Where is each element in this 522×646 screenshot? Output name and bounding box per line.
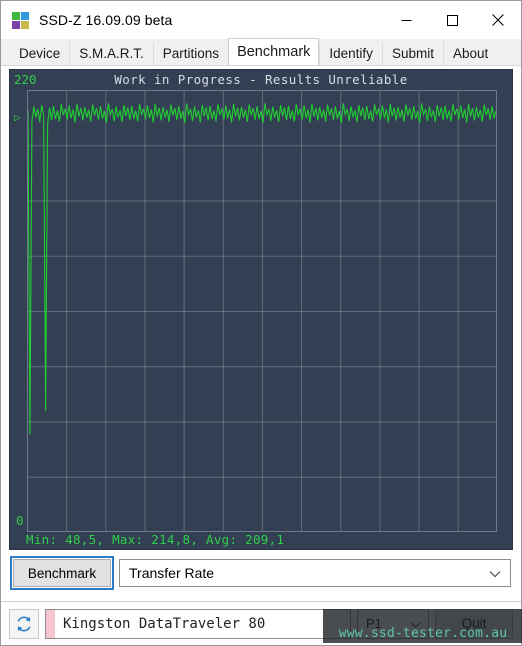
device-status-swatch xyxy=(46,609,55,638)
benchmark-button[interactable]: Benchmark xyxy=(10,556,114,590)
plot-area xyxy=(27,90,497,532)
benchmark-mode-value: Transfer Rate xyxy=(129,565,215,581)
title-bar: SSD-Z 16.09.09 beta xyxy=(1,1,521,39)
quit-button[interactable]: Quit xyxy=(435,608,513,639)
benchmark-panel: 220 Work in Progress - Results Unreliabl… xyxy=(1,66,521,601)
close-button[interactable] xyxy=(475,1,521,39)
graph-header-text: Work in Progress - Results Unreliable xyxy=(114,72,408,87)
benchmark-controls: Benchmark Transfer Rate xyxy=(9,556,513,590)
tab-about[interactable]: About xyxy=(442,42,498,65)
device-name-field[interactable]: Kingston DataTraveler 80 xyxy=(45,608,351,639)
device-name-text: Kingston DataTraveler 80 xyxy=(63,615,266,632)
chevron-down-icon xyxy=(410,616,421,631)
close-icon xyxy=(492,14,504,26)
tab-smart[interactable]: S.M.A.R.T. xyxy=(69,42,153,65)
window-title: SSD-Z 16.09.09 beta xyxy=(39,12,173,28)
minimize-icon xyxy=(401,19,411,21)
tab-bar: Device S.M.A.R.T. Partitions Benchmark I… xyxy=(1,38,521,66)
status-bar: Kingston DataTraveler 80 P1 Quit xyxy=(1,601,521,645)
maximize-icon xyxy=(446,14,458,26)
chevron-down-icon xyxy=(489,565,501,581)
tab-device[interactable]: Device xyxy=(10,42,70,65)
refresh-button[interactable] xyxy=(9,608,39,639)
tab-identify[interactable]: Identify xyxy=(319,42,382,65)
refresh-icon xyxy=(17,616,31,631)
tab-benchmark[interactable]: Benchmark xyxy=(228,38,320,65)
partition-value: P1 xyxy=(366,616,382,631)
window-controls xyxy=(383,1,521,39)
benchmark-mode-select[interactable]: Transfer Rate xyxy=(119,559,511,587)
app-grid-icon xyxy=(12,11,29,29)
cursor-marker-icon: ▷ xyxy=(14,111,21,124)
ssd-z-window: SSD-Z 16.09.09 beta Device S.M.A.R.T. Pa… xyxy=(0,0,522,646)
tab-partitions[interactable]: Partitions xyxy=(152,42,229,65)
benchmark-graph: 220 Work in Progress - Results Unreliabl… xyxy=(9,69,513,550)
tab-submit[interactable]: Submit xyxy=(381,42,443,65)
graph-stats-line: Min: 48,5, Max: 214,8, Avg: 209,1 xyxy=(26,532,285,547)
transfer-rate-trace xyxy=(28,91,496,531)
maximize-button[interactable] xyxy=(429,1,475,39)
y-axis-min-label: 0 xyxy=(16,513,24,528)
minimize-button[interactable] xyxy=(383,1,429,39)
partition-select[interactable]: P1 xyxy=(357,608,429,639)
